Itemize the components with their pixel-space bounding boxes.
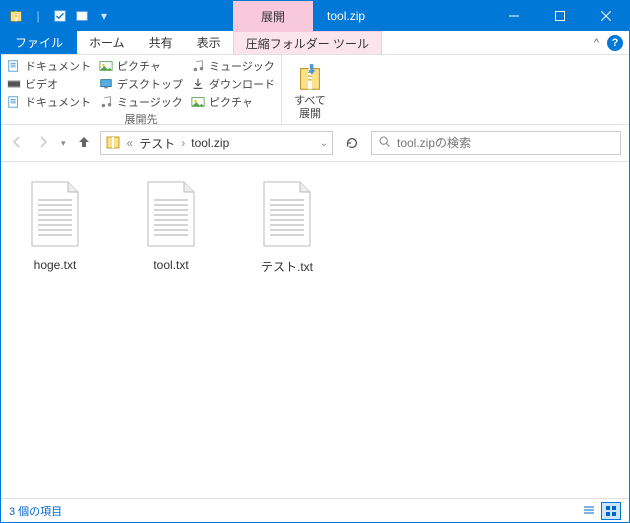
dest-documents-1[interactable]: ドキュメント: [7, 57, 91, 75]
explorer-window: | ▾ 展開 tool.zip ファイル ホーム 共有 表示 圧縮フォルダー ツ…: [0, 0, 630, 523]
up-button[interactable]: [76, 134, 92, 153]
dest-pictures-1[interactable]: ピクチャ: [99, 57, 183, 75]
qat-checkbox[interactable]: [51, 7, 69, 25]
tab-compressed-tools[interactable]: 圧縮フォルダー ツール: [233, 31, 382, 54]
collapse-ribbon-icon[interactable]: ^: [594, 37, 599, 49]
nav-row: ▾ « テスト › tool.zip ⌄: [1, 125, 629, 161]
dest-desktop[interactable]: デスクトップ: [99, 75, 183, 93]
status-bar: 3 個の項目: [1, 498, 629, 522]
refresh-button[interactable]: [341, 132, 363, 154]
nav-buttons: ▾: [9, 134, 92, 153]
qat-overflow[interactable]: ▾: [95, 7, 113, 25]
dest-downloads[interactable]: ダウンロード: [191, 75, 275, 93]
file-label: tool.txt: [153, 258, 188, 272]
tab-home[interactable]: ホーム: [77, 31, 137, 54]
window-title: tool.zip: [313, 1, 491, 31]
view-icons-button[interactable]: [601, 502, 621, 520]
file-item[interactable]: hoge.txt: [15, 180, 95, 272]
zip-icon: [7, 7, 25, 25]
close-button[interactable]: [583, 1, 629, 31]
address-dropdown[interactable]: ⌄: [320, 138, 328, 149]
ribbon-tabs: ファイル ホーム 共有 表示 圧縮フォルダー ツール ^ ?: [1, 31, 629, 55]
search-input[interactable]: [397, 136, 614, 150]
recent-dropdown[interactable]: ▾: [61, 138, 66, 149]
ribbon-group-extract-to: ドキュメント ピクチャ ミュージック ビデオ デスクトップ ダウンロード ドキュ…: [1, 55, 282, 124]
file-item[interactable]: テスト.txt: [247, 180, 327, 275]
extract-all-button[interactable]: すべて展開: [282, 55, 338, 124]
file-list[interactable]: hoge.txt tool.txt テスト.txt: [1, 161, 629, 498]
ribbon: ドキュメント ピクチャ ミュージック ビデオ デスクトップ ダウンロード ドキュ…: [1, 55, 629, 125]
text-file-icon: [260, 180, 314, 248]
help-icon[interactable]: ?: [607, 35, 623, 51]
window-controls: [491, 1, 629, 31]
breadcrumb-root[interactable]: テスト: [139, 135, 175, 152]
file-label: hoge.txt: [34, 258, 77, 272]
context-tab-header: 展開: [233, 1, 313, 31]
file-item[interactable]: tool.txt: [131, 180, 211, 272]
breadcrumb-current[interactable]: tool.zip: [191, 136, 229, 150]
file-label: テスト.txt: [261, 258, 313, 275]
dest-documents-2[interactable]: ドキュメント: [7, 93, 91, 111]
view-details-button[interactable]: [579, 502, 599, 520]
extract-all-label: すべて展開: [294, 95, 326, 120]
minimize-button[interactable]: [491, 1, 537, 31]
search-icon: [378, 135, 391, 151]
quick-access-toolbar: | ▾: [1, 1, 113, 31]
address-bar[interactable]: « テスト › tool.zip ⌄: [100, 131, 333, 155]
tab-share[interactable]: 共有: [137, 31, 185, 54]
back-button[interactable]: [9, 134, 25, 153]
address-zip-icon: [105, 134, 121, 153]
text-file-icon: [28, 180, 82, 248]
status-item-count: 3 個の項目: [9, 503, 62, 519]
dest-music-1[interactable]: ミュージック: [191, 57, 275, 75]
breadcrumb-sep[interactable]: ›: [181, 136, 185, 150]
text-file-icon: [144, 180, 198, 248]
dest-pictures-2[interactable]: ピクチャ: [191, 93, 275, 111]
qat-dropdown[interactable]: [73, 7, 91, 25]
title-bar: | ▾ 展開 tool.zip: [1, 1, 629, 31]
qat-separator: |: [29, 7, 47, 25]
dest-music-2[interactable]: ミュージック: [99, 93, 183, 111]
search-box[interactable]: [371, 131, 621, 155]
view-toggle: [579, 502, 621, 520]
tab-view[interactable]: 表示: [185, 31, 233, 54]
dest-videos[interactable]: ビデオ: [7, 75, 91, 93]
maximize-button[interactable]: [537, 1, 583, 31]
breadcrumb-prefix: «: [127, 136, 134, 150]
forward-button[interactable]: [35, 134, 51, 153]
tab-file[interactable]: ファイル: [1, 31, 77, 54]
